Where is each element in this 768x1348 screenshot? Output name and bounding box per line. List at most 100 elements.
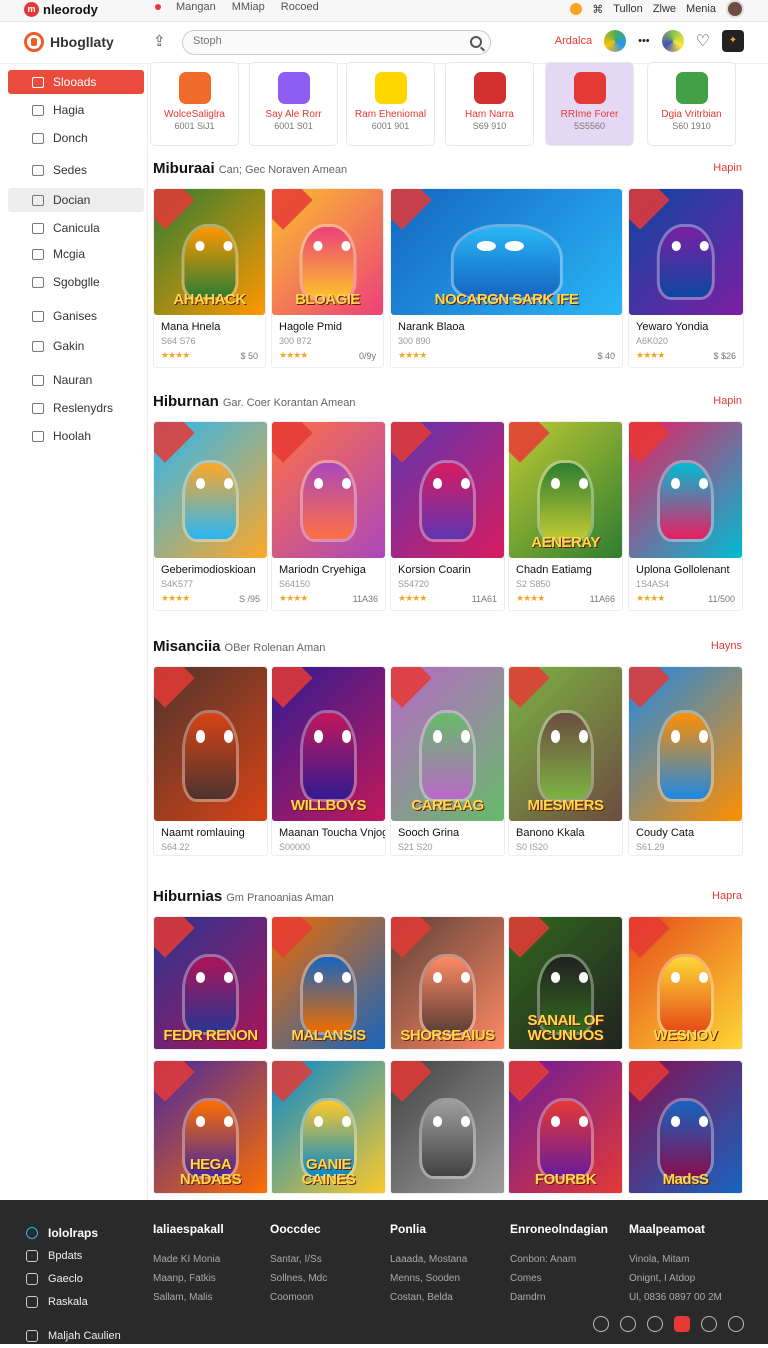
- settings-social-icon[interactable]: [728, 1316, 744, 1332]
- sidebar-item[interactable]: Canicula: [8, 216, 144, 240]
- search-icon[interactable]: [470, 36, 482, 48]
- game-card[interactable]: SANAIL OF WCUNUOS: [508, 916, 623, 1050]
- footer-link[interactable]: Menns, Sooden: [390, 1269, 467, 1288]
- app-price: S69 910: [472, 121, 507, 131]
- section-more-link[interactable]: Hapra: [712, 890, 742, 902]
- top-right-link[interactable]: Zlwe: [653, 3, 676, 15]
- footer-link[interactable]: Sallam, Malis: [153, 1288, 224, 1307]
- sidebar-item[interactable]: Donch: [8, 126, 144, 150]
- footer-left-item[interactable]: Gaeclo: [26, 1268, 121, 1290]
- game-social-icon[interactable]: [647, 1316, 663, 1332]
- video-social-icon[interactable]: [674, 1316, 690, 1332]
- sidebar-item[interactable]: Nauran: [8, 368, 144, 392]
- game-card[interactable]: Coudy CataS61.29★★★★3/666: [628, 666, 743, 856]
- site-logo[interactable]: m nleorody: [24, 2, 98, 17]
- game-card[interactable]: AHAHACK Mana Hnela S64 S76 ★★★★ $ 50: [153, 188, 266, 368]
- sidebar-item[interactable]: Gakin: [8, 334, 144, 358]
- footer-link[interactable]: Conbon: Anam: [510, 1250, 608, 1269]
- sidebar-item[interactable]: Ganises: [8, 304, 144, 328]
- footer-link[interactable]: Damdrn: [510, 1288, 608, 1307]
- footer-link[interactable]: Onignt, I Atdop: [629, 1269, 722, 1288]
- footer-link[interactable]: Ul, 0836 0897 00 2M: [629, 1288, 722, 1307]
- coin-icon[interactable]: [570, 3, 583, 15]
- game-icon[interactable]: [661, 30, 684, 52]
- footer-link[interactable]: Sollnes, Mdc: [270, 1269, 327, 1288]
- game-card[interactable]: MIESMERSBanono KkalaS0 IS20★★★★SK65: [508, 666, 623, 856]
- sidebar-item[interactable]: Hagia: [8, 98, 144, 122]
- game-card[interactable]: [390, 1060, 505, 1194]
- top-link[interactable]: Mangan: [176, 1, 216, 13]
- globe-icon[interactable]: [604, 30, 627, 52]
- footer-left-menu: Iololraps Bpdats Gaeclo Raskala Maljah Cauli…: [26, 1222, 121, 1348]
- game-card[interactable]: HEGA NADABS: [153, 1060, 268, 1194]
- header-action-link[interactable]: Ardalca: [555, 35, 592, 47]
- top-link[interactable]: MMiap: [232, 1, 265, 13]
- game-card[interactable]: WILLBOYSMaanan Toucha VnjogS00000★★★★S01…: [271, 666, 386, 856]
- game-character: [659, 226, 713, 298]
- game-cover-image: HEGA NADABS: [154, 1061, 267, 1193]
- sidebar-item-label: Nauran: [53, 373, 93, 387]
- game-card[interactable]: BLOAGIE Hagole Pmid 300 872 ★★★★ 0/9y: [271, 188, 384, 368]
- footer-link[interactable]: Laaada, Mostana: [390, 1250, 467, 1269]
- game-card[interactable]: NOCARGN SARK IFE Narank Blaoa 300 890 ★★★★ $…: [390, 188, 623, 368]
- footer-left-item[interactable]: Iololraps: [26, 1222, 121, 1244]
- footer-link[interactable]: Costan, Belda: [390, 1288, 467, 1307]
- game-card[interactable]: Mariodn Cryehiga S64150 ★★★★ 11A36: [271, 421, 386, 611]
- sidebar-item[interactable]: Sedes: [8, 158, 144, 182]
- game-card[interactable]: Yewaro Yondia A6K020 ★★★★ $ $26: [628, 188, 744, 368]
- app-name: RRIme Forer: [560, 109, 619, 120]
- sidebar-item[interactable]: Mcgia: [8, 242, 144, 266]
- section-more-link[interactable]: Hayns: [711, 640, 742, 652]
- game-card[interactable]: FOURBK: [508, 1060, 623, 1194]
- app-tile[interactable]: Ram Eheniomal 6001 901: [346, 62, 435, 146]
- sidebar-item[interactable]: Docian: [8, 188, 144, 212]
- profile-icon[interactable]: ✦: [722, 30, 744, 52]
- sidebar-item[interactable]: Slooads: [8, 70, 144, 94]
- app-tile[interactable]: Ham Narra S69 910: [445, 62, 534, 146]
- footer-link[interactable]: Comes: [510, 1269, 608, 1288]
- footer-left-item[interactable]: Bpdats: [26, 1245, 121, 1267]
- footer-link[interactable]: Maanp, Fatkis: [153, 1269, 224, 1288]
- game-card[interactable]: CAREAAGSooch GrinaS21 S20★★★★0F6I: [390, 666, 505, 856]
- section-more-link[interactable]: Hapin: [713, 395, 742, 407]
- sidebar-item[interactable]: Sgobglle: [8, 270, 144, 294]
- shield-social-icon[interactable]: [701, 1316, 717, 1332]
- top-right-link[interactable]: Tullon: [613, 3, 643, 15]
- sidebar-item[interactable]: Hoolah: [8, 424, 144, 448]
- user-avatar[interactable]: [726, 0, 744, 18]
- game-card[interactable]: SHORSEAIUS: [390, 916, 505, 1050]
- search-bar[interactable]: [182, 30, 491, 55]
- game-card[interactable]: GANIE CAINES: [271, 1060, 386, 1194]
- game-card[interactable]: MadsS: [628, 1060, 743, 1194]
- game-card[interactable]: Naamt romlauingS64.22★★★★9 /86: [153, 666, 268, 856]
- footer-left-item[interactable]: Raskala: [26, 1291, 121, 1313]
- game-card[interactable]: MALANSIS: [271, 916, 386, 1050]
- brand-logo[interactable]: Hbogllaty: [24, 32, 114, 52]
- more-icon[interactable]: •••: [638, 35, 650, 47]
- app-tile[interactable]: Say Ale Rorr 6001 S01: [249, 62, 338, 146]
- heart-icon[interactable]: ♡: [696, 31, 710, 51]
- footer-link[interactable]: Made KI Monia: [153, 1250, 224, 1269]
- footer-link[interactable]: Vinola, Mitam: [629, 1250, 722, 1269]
- top-right-link[interactable]: Menia: [686, 3, 716, 15]
- share-icon[interactable]: ⌘: [592, 3, 603, 16]
- footer-link[interactable]: Coomoon: [270, 1288, 327, 1307]
- app-tile[interactable]: Dgia Vritrbian S60 1910: [647, 62, 736, 146]
- share-social-icon[interactable]: [620, 1316, 636, 1332]
- game-card[interactable]: FEDR RENON: [153, 916, 268, 1050]
- game-card[interactable]: WESNOV: [628, 916, 743, 1050]
- app-tile[interactable]: RRIme Forer 5S5560: [545, 62, 634, 146]
- game-card[interactable]: AENERAY Chadn Eatiamg S2 S850 ★★★★ 11A66: [508, 421, 623, 611]
- app-tile[interactable]: WolceSaliglra 6001 SiJ1: [150, 62, 239, 146]
- game-card[interactable]: Korsion Coarin S54720 ★★★★ 11A61: [390, 421, 505, 611]
- bag-icon[interactable]: ⇪: [153, 32, 166, 50]
- game-card[interactable]: Uplona Gollolenant 1S4AS4 ★★★★ 11/500: [628, 421, 743, 611]
- game-card[interactable]: Geberimodioskioan S4K577 ★★★★ S /95: [153, 421, 268, 611]
- game-section: Miburaai Can; Gec Noraven Amean Hapin AHAHA…: [153, 160, 744, 390]
- top-link[interactable]: Rocoed: [281, 1, 319, 13]
- footer-link[interactable]: Santar, I/Ss: [270, 1250, 327, 1269]
- search-input[interactable]: [193, 35, 453, 47]
- sidebar-item[interactable]: Reslenydrs: [8, 396, 144, 420]
- section-more-link[interactable]: Hapin: [713, 162, 742, 174]
- search-social-icon[interactable]: [593, 1316, 609, 1332]
